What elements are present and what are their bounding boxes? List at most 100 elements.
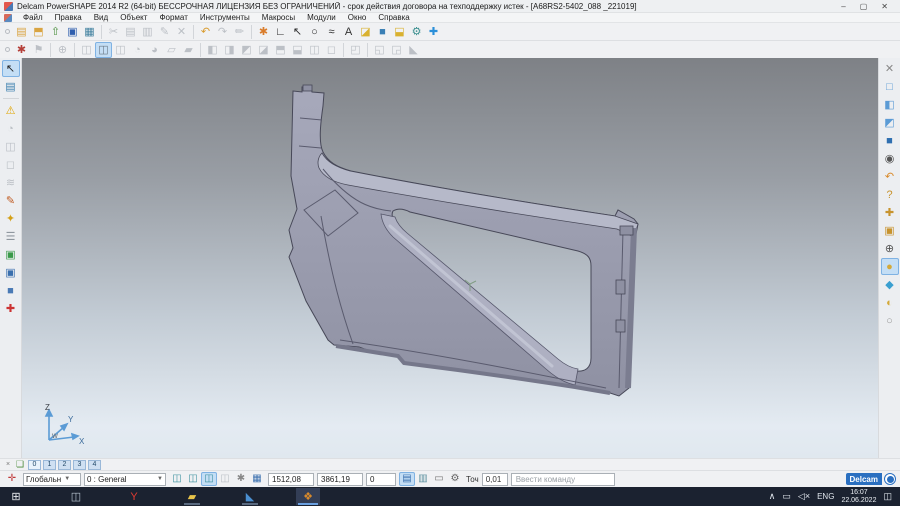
solid-op-3-icon[interactable]: ◩ (238, 42, 255, 58)
level-select[interactable]: 0 : General ▼ (84, 473, 166, 486)
crumple-icon[interactable]: ≋ (2, 174, 20, 191)
position-table-icon[interactable]: ▤ (399, 472, 415, 486)
view-iso-icon[interactable]: ◉ (881, 150, 899, 167)
workplane-axis-icon[interactable]: ✛ (4, 472, 20, 486)
gauge-icon[interactable]: ⚙ (447, 472, 463, 486)
close-button-icon[interactable]: ✕ (881, 2, 888, 11)
solid-box-icon[interactable]: ■ (2, 282, 20, 299)
level-tab-3[interactable]: 3 (73, 460, 86, 470)
cad-model-panel[interactable] (22, 58, 878, 458)
solid-add-icon[interactable]: ⊕ (54, 42, 71, 58)
graphics-viewport[interactable]: Z Y X w (22, 58, 878, 458)
menu-3[interactable]: Объект (114, 13, 153, 22)
create-line-icon[interactable]: ∟ (272, 24, 289, 40)
solid-feature-1-icon[interactable]: ◫ (78, 42, 95, 58)
start-button[interactable]: ⊞ (4, 488, 28, 505)
view-wireframe-icon[interactable]: □ (881, 78, 899, 95)
solid-op-8-icon[interactable]: ◻ (323, 42, 340, 58)
paste-icon[interactable]: ▥ (139, 24, 156, 40)
powershape-app-icon[interactable]: ❖ (296, 488, 320, 505)
wizard-icon[interactable]: ✚ (425, 24, 442, 40)
redo-icon[interactable]: ↷ (214, 24, 231, 40)
solid-split-icon[interactable]: ◕ (146, 42, 163, 58)
inspect-blue-box-icon[interactable]: ▣ (2, 264, 20, 281)
view-solid-icon[interactable]: ■ (881, 132, 899, 149)
undo-icon[interactable]: ↶ (197, 24, 214, 40)
solid-feature-2-icon[interactable]: ◫ (95, 42, 112, 58)
y-coordinate-field[interactable]: 3861,19 (317, 473, 363, 486)
select-previous-icon[interactable]: ↶ (881, 168, 899, 185)
panel-close-icon[interactable]: ✕ (881, 60, 899, 77)
yandex-browser-icon[interactable]: Y (122, 488, 146, 505)
menu-9[interactable]: Справка (372, 13, 415, 22)
level-tab-0[interactable]: 0 (28, 460, 41, 470)
create-curve-icon[interactable]: ≈ (323, 24, 340, 40)
clipboard-notes-icon[interactable]: ▤ (2, 78, 20, 95)
menu-1[interactable]: Правка (49, 13, 88, 22)
zoom-full-icon[interactable]: ✚ (881, 204, 899, 221)
solid-boolean-2-icon[interactable]: ◱ (371, 42, 388, 58)
feature-tools-icon[interactable]: ⚙ (408, 24, 425, 40)
warning-icon[interactable]: ⚠ (2, 102, 20, 119)
tabrow-close-icon[interactable]: × (4, 461, 12, 468)
level-tab-4[interactable]: 4 (88, 460, 101, 470)
menu-7[interactable]: Модули (301, 13, 342, 22)
workplane-select[interactable]: Глобальн ▼ (23, 473, 81, 486)
create-solid-icon[interactable]: ■ (374, 24, 391, 40)
inspect-green-box-icon[interactable]: ▣ (2, 246, 20, 263)
maximize-button-icon[interactable]: ▢ (860, 2, 868, 11)
render-sphere-icon[interactable]: ◐ (881, 294, 899, 311)
keyboard-icon[interactable]: ▭ (431, 472, 447, 486)
menu-4[interactable]: Формат (153, 13, 193, 22)
minimize-button-icon[interactable]: – (841, 2, 845, 11)
solid-boolean-3-icon[interactable]: ◲ (388, 42, 405, 58)
blue-app-icon[interactable]: ◣ (238, 488, 262, 505)
compare-e-icon[interactable]: ◻ (2, 156, 20, 173)
zoom-box-icon[interactable]: ▣ (881, 222, 899, 239)
copy-icon[interactable]: ▤ (122, 24, 139, 40)
task-view-icon[interactable]: ◫ (64, 488, 88, 505)
x-coordinate-field[interactable]: 1512,08 (268, 473, 314, 486)
mini-table-icon[interactable]: ▥ (415, 472, 431, 486)
level-tab-1[interactable]: 1 (43, 460, 56, 470)
create-surface-icon[interactable]: ◪ (357, 24, 374, 40)
menu-0[interactable]: Файл (17, 13, 49, 22)
create-arrow-icon[interactable]: ↖ (289, 24, 306, 40)
create-text-icon[interactable]: A (340, 24, 357, 40)
print-icon[interactable]: ▦ (81, 24, 98, 40)
notification-icon[interactable]: ◫ (883, 491, 892, 502)
language-indicator[interactable]: ENG (817, 492, 834, 501)
workplane-icon[interactable]: ✱ (255, 24, 272, 40)
menu-8[interactable]: Окно (342, 13, 373, 22)
solid-op-4-icon[interactable]: ◪ (255, 42, 272, 58)
display-icon[interactable]: ▭ (782, 491, 791, 502)
workplane-cube-3-icon[interactable]: ◫ (201, 472, 217, 486)
solid-feature-3-icon[interactable]: ◫ (112, 42, 129, 58)
file-explorer-icon[interactable]: ▰ (180, 488, 204, 505)
blank-tool-icon[interactable]: ◔ (2, 120, 20, 137)
solid-boolean-4-icon[interactable]: ◣ (405, 42, 422, 58)
menu-2[interactable]: Вид (88, 13, 114, 22)
select-cursor-icon[interactable]: ↖ (2, 60, 20, 77)
z-coordinate-field[interactable]: 0 (366, 473, 396, 486)
clock[interactable]: 16:07 22.06.2022 (841, 489, 876, 505)
globe-wireframe-icon[interactable]: ⊕ (881, 240, 899, 257)
toolbar-grip-2[interactable] (5, 47, 10, 52)
menu-6[interactable]: Макросы (256, 13, 301, 22)
solid-op-5-icon[interactable]: ⬒ (272, 42, 289, 58)
stack-layers-icon[interactable]: ☰ (2, 228, 20, 245)
workplane-cube-4-icon[interactable]: ◫ (217, 472, 233, 486)
open-model-icon[interactable]: ⬒ (30, 24, 47, 40)
workplane-cube-2-icon[interactable]: ◫ (185, 472, 201, 486)
cut-icon[interactable]: ✂ (105, 24, 122, 40)
surface-tools-icon[interactable]: ⬓ (391, 24, 408, 40)
solid-op-7-icon[interactable]: ◫ (306, 42, 323, 58)
paint-brush-icon[interactable]: ✎ (2, 192, 20, 209)
levels-icon[interactable]: ❏ (14, 459, 26, 470)
level-tab-2[interactable]: 2 (58, 460, 71, 470)
save-icon[interactable]: ▣ (64, 24, 81, 40)
compare-h-icon[interactable]: ◫ (2, 138, 20, 155)
solid-boolean-1-icon[interactable]: ◰ (347, 42, 364, 58)
solid-round-1-icon[interactable]: ▱ (163, 42, 180, 58)
view-shaded-wire-icon[interactable]: ◩ (881, 114, 899, 131)
